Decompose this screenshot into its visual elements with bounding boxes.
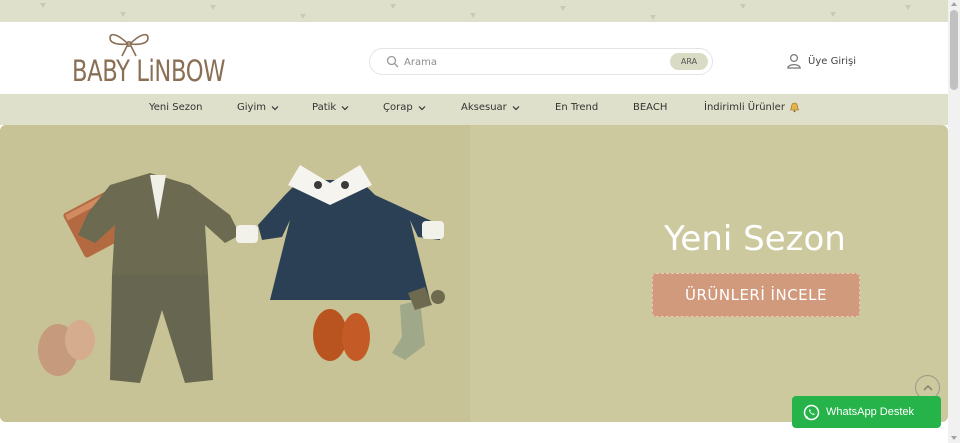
hero-title: Yeni Sezon: [664, 219, 846, 259]
nav-label: Patik: [312, 102, 337, 113]
chevron-down-icon: [418, 105, 426, 110]
nav-item-corap[interactable]: Çorap: [383, 102, 426, 113]
hero-banner: Yeni Sezon ÜRÜNLERİ İNCELE: [0, 125, 948, 422]
scroll-down-arrow-icon[interactable]: [951, 436, 957, 440]
chevron-down-icon: [512, 105, 520, 110]
view-products-button[interactable]: ÜRÜNLERİ İNCELE: [652, 273, 860, 317]
nav-item-beach[interactable]: BEACH: [633, 102, 667, 113]
whatsapp-support-button[interactable]: WhatsApp Destek: [792, 396, 941, 428]
nav-label: İndirimli Ürünler: [704, 102, 785, 113]
chevron-up-icon: [923, 385, 933, 391]
nav-item-patik[interactable]: Patik: [312, 102, 349, 113]
main-nav: Yeni Sezon Giyim Patik Çorap Aksesuar En…: [0, 94, 948, 125]
whatsapp-label: WhatsApp Destek: [826, 406, 915, 418]
nav-label: Giyim: [237, 102, 266, 113]
scrollbar-thumb[interactable]: [950, 10, 958, 90]
logo-text: BABY LiNBOW: [72, 54, 226, 88]
user-icon: [787, 53, 801, 69]
nav-label: Çorap: [383, 102, 413, 113]
nav-item-giyim[interactable]: Giyim: [237, 102, 279, 113]
search-input[interactable]: [404, 53, 664, 71]
nav-label: Yeni Sezon: [149, 102, 203, 113]
login-label: Üye Girişi: [808, 55, 856, 67]
search-bar: ARA: [369, 48, 713, 75]
nav-item-yeni-sezon[interactable]: Yeni Sezon: [149, 102, 202, 113]
bell-icon: [789, 102, 799, 113]
site-header: BABY LiNBOW ARA Üye Girişi: [0, 22, 948, 94]
search-button[interactable]: ARA: [670, 53, 708, 70]
scroll-up-arrow-icon[interactable]: [951, 2, 957, 6]
nav-label: En Trend: [555, 102, 599, 113]
logo[interactable]: BABY LiNBOW: [72, 26, 225, 90]
nav-label: BEACH: [633, 102, 668, 113]
nav-item-en-trend[interactable]: En Trend: [555, 102, 598, 113]
nav-label: Aksesuar: [461, 102, 507, 113]
chevron-down-icon: [271, 105, 279, 110]
hero-product-image: [0, 125, 470, 422]
nav-item-aksesuar[interactable]: Aksesuar: [461, 102, 520, 113]
top-decor-strip: [0, 0, 948, 22]
page-scrollbar[interactable]: [948, 0, 960, 443]
nav-item-indirimli-urunler[interactable]: İndirimli Ürünler: [704, 102, 800, 113]
login-link[interactable]: Üye Girişi: [786, 52, 856, 70]
search-icon: [386, 55, 399, 68]
whatsapp-icon: [803, 404, 820, 420]
chevron-down-icon: [341, 105, 349, 110]
